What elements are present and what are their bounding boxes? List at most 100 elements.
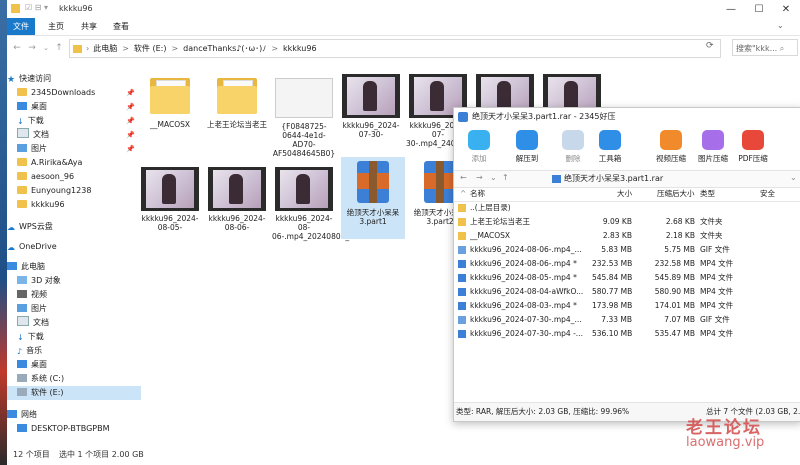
nav-network-pc[interactable]: DESKTOP-BTBGPBM: [7, 422, 141, 436]
up-arrow-icon[interactable]: ↑: [502, 173, 509, 182]
nav-item-pictures[interactable]: 图片 📌: [7, 142, 141, 156]
header-packed[interactable]: 压缩后大小: [657, 187, 695, 201]
delete-button[interactable]: 删除: [552, 128, 594, 164]
forward-arrow-icon[interactable]: →: [25, 41, 39, 55]
back-arrow-icon[interactable]: ←: [10, 41, 24, 55]
nav-pictures[interactable]: 图片: [7, 302, 141, 316]
archive-row-size: 580.77 MB: [592, 287, 632, 296]
pin-icon: 📌: [126, 145, 135, 153]
nav-this-pc[interactable]: 此电脑: [7, 260, 131, 274]
archive-row[interactable]: kkkku96_2024-08-06-.mp4 * 232.53 MB 232.58…: [454, 258, 800, 270]
file-tile[interactable]: kkkku96_2024-08-05-: [138, 165, 202, 232]
archive-row[interactable]: 上老王论坛当老王 9.09 KB 2.68 KB 文件夹: [454, 216, 800, 228]
archive-row[interactable]: kkkku96_2024-07-30-.mp4 -... 536.10 MB 535…: [454, 328, 800, 340]
nav-item-aesoon[interactable]: aesoon_96: [7, 170, 141, 184]
archive-summary: 类型: RAR, 解压后大小: 2.03 GB, 压缩比: 99.96%: [456, 407, 630, 416]
nav-wps[interactable]: ☁ WPS云盘: [7, 220, 131, 234]
breadcrumb-folder[interactable]: danceThanks♪(･ω･)ﾉ: [183, 43, 266, 54]
archive-row-type: MP4 文件: [700, 301, 734, 310]
file-tile-selected[interactable]: 绝顶天才小呆呆3.part1: [341, 157, 405, 239]
image-file-icon: [458, 246, 466, 254]
nav-downloads[interactable]: ↓ 下载: [7, 330, 141, 344]
breadcrumb-drive[interactable]: 软件 (E:): [134, 43, 167, 54]
nav-item-kkkku96[interactable]: kkkku96: [7, 198, 141, 212]
archive-row[interactable]: ..(上层目录): [454, 202, 800, 214]
nav-music[interactable]: ♪ 音乐: [7, 344, 141, 358]
nav-onedrive[interactable]: ☁ OneDrive: [7, 240, 131, 254]
archive-row[interactable]: kkkku96_2024-08-05-.mp4 * 545.84 MB 545.89…: [454, 272, 800, 284]
ribbon-expand-icon[interactable]: ⌄: [777, 21, 784, 30]
archive-row[interactable]: kkkku96_2024-08-04-aWfkO... 580.77 MB 580.…: [454, 286, 800, 298]
nav-documents[interactable]: 文档: [7, 316, 141, 330]
file-tile[interactable]: kkkku96_2024-07-30-: [339, 72, 403, 139]
archive-row-type: 文件夹: [700, 217, 723, 226]
address-bar[interactable]: › 此电脑 > 软件 (E:) > danceThanks♪(･ω･)ﾉ > k…: [69, 39, 721, 58]
nav-item-2345downloads[interactable]: 2345Downloads 📌: [7, 86, 141, 100]
file-tile[interactable]: {F0848725-0644-4e1d-AD70-AF50484645B0}: [272, 72, 336, 158]
file-tile[interactable]: 上老王论坛当老王: [205, 72, 269, 129]
back-arrow-icon[interactable]: ←: [460, 173, 467, 182]
archive-row-size: 2.83 KB: [602, 231, 632, 240]
nav-item-downloads[interactable]: ↓ 下载 📌: [7, 114, 141, 128]
archive-row[interactable]: kkkku96_2024-08-03-.mp4 * 173.98 MB 174.01…: [454, 300, 800, 312]
search-icon: ⌕: [779, 44, 785, 53]
nav-item-documents[interactable]: 文档 📌: [7, 128, 141, 142]
header-name[interactable]: 名称: [470, 187, 485, 201]
archive-row-packed: 580.90 MB: [654, 287, 695, 296]
folder-icon: [458, 204, 466, 212]
forward-arrow-icon[interactable]: →: [476, 173, 483, 182]
nav-network[interactable]: 网络: [7, 408, 131, 422]
archive-row[interactable]: __MACOSX 2.83 KB 2.18 KB 文件夹: [454, 230, 800, 242]
file-tile[interactable]: __MACOSX: [138, 72, 202, 129]
app-logo-icon: [458, 112, 468, 122]
add-button[interactable]: 添加: [458, 128, 500, 164]
nav-item-ririka[interactable]: A.Ririka&Aya: [7, 156, 141, 170]
toolbox-button[interactable]: 工具箱: [589, 128, 631, 164]
image-compress-button[interactable]: 图片压缩: [692, 128, 734, 164]
folder-icon: [148, 76, 192, 116]
nav-drive-c[interactable]: 系统 (C:): [7, 372, 141, 386]
nav-drive-e[interactable]: 软件 (E:): [7, 386, 141, 400]
minimize-button[interactable]: —: [717, 0, 745, 18]
folder-icon: [215, 76, 259, 116]
search-input[interactable]: 搜索"kkk... ⌕: [732, 39, 798, 56]
window-title: kkkku96: [59, 4, 93, 13]
nav-desktop[interactable]: 桌面: [7, 358, 141, 372]
file-tile[interactable]: kkkku96_2024-08-06-: [205, 165, 269, 232]
tab-file[interactable]: 文件: [7, 18, 35, 35]
file-name: {F0848725-0644-4e1d-AD70-AF50484645B0}: [272, 122, 336, 158]
path-dropdown-icon[interactable]: ⌄: [790, 173, 797, 182]
chevron-down-icon[interactable]: ⌄: [490, 173, 497, 182]
archive-row-type: MP4 文件: [700, 273, 734, 282]
file-tile[interactable]: kkkku96_2024-08-06-.mp4_20240807_204948: [272, 165, 378, 241]
breadcrumb-current[interactable]: kkkku96: [283, 44, 317, 53]
folder-icon: [17, 200, 27, 208]
nav-item-desktop[interactable]: 桌面 📌: [7, 100, 141, 114]
archive-path[interactable]: 绝顶天才小呆呆3.part1.rar: [564, 173, 663, 184]
archive-row[interactable]: kkkku96_2024-08-06-.mp4_... 5.83 MB 5.75 M…: [454, 244, 800, 256]
recent-dropdown-icon[interactable]: ⌄: [39, 41, 53, 55]
archive-row[interactable]: kkkku96_2024-07-30-.mp4_... 7.33 MB 7.07 M…: [454, 314, 800, 326]
archive-row-packed: 535.47 MB: [654, 329, 695, 338]
quick-toolbar[interactable]: ☑ ⊟ ▾: [25, 3, 48, 12]
nav-item-eunyoung[interactable]: Eunyoung1238: [7, 184, 141, 198]
archive-row-packed: 7.07 MB: [664, 315, 695, 324]
header-security[interactable]: 安全: [760, 187, 775, 201]
tab-view[interactable]: 查看: [102, 18, 140, 35]
video-file-icon: [458, 302, 466, 310]
nav-videos[interactable]: 视频: [7, 288, 141, 302]
close-button[interactable]: ✕: [772, 0, 800, 18]
maximize-button[interactable]: ☐: [745, 0, 773, 18]
extract-button[interactable]: 解压到: [506, 128, 548, 164]
nav-3d-objects[interactable]: 3D 对象: [7, 274, 141, 288]
up-arrow-icon[interactable]: ↑: [52, 41, 66, 55]
nav-quick-access[interactable]: ★ 快速访问: [7, 72, 131, 86]
file-name: kkkku96_2024-08-05-: [141, 214, 199, 232]
refresh-icon[interactable]: ⟳: [706, 41, 714, 51]
pdf-compress-button[interactable]: PDF压缩: [732, 128, 774, 164]
drive-icon: [17, 374, 27, 382]
video-compress-button[interactable]: 视频压缩: [650, 128, 692, 164]
header-size[interactable]: 大小: [617, 187, 632, 201]
breadcrumb-this-pc[interactable]: 此电脑: [93, 43, 117, 54]
header-type[interactable]: 类型: [700, 187, 715, 201]
